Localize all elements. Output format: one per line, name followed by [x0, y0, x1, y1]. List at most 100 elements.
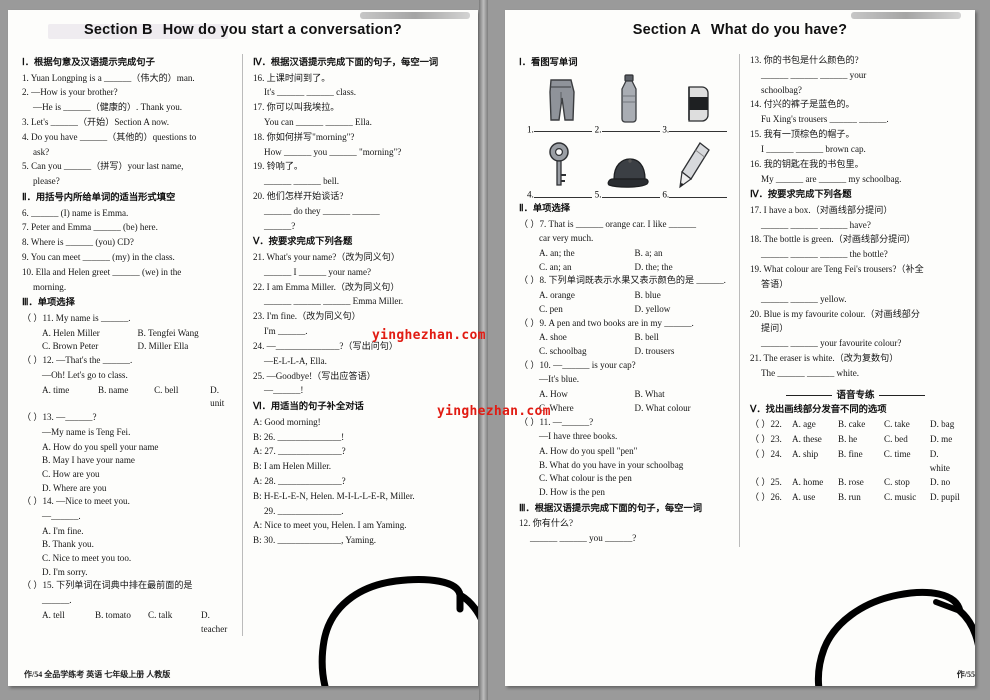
mcq-option[interactable]: B. a; an [635, 247, 731, 261]
phonetic-option[interactable]: A. home [792, 476, 838, 490]
mcq-option[interactable]: D. Miller Ella [138, 340, 234, 354]
heading-5-right: Ⅴ．找出画线部分发音不同的选项 [750, 404, 887, 415]
book-gutter [479, 0, 488, 700]
mcq-option[interactable]: B. tomato [95, 609, 148, 636]
answer-blank[interactable] [601, 124, 660, 133]
mcq-option[interactable]: A. orange [539, 289, 635, 303]
left-page-column-2: Ⅳ．根据汉语提示完成下面的句子，每空一词 16. 上课时间到了。 It's __… [243, 54, 464, 636]
mcq-option[interactable]: A. shoe [539, 331, 635, 345]
mcq-option[interactable]: B. bell [635, 331, 731, 345]
question-item: 19. 铃响了。 [253, 161, 304, 172]
mcq-option[interactable]: C. talk [148, 609, 201, 636]
mcq-option[interactable]: A. I'm fine. [22, 525, 233, 539]
question-item: 21. What's your name?（改为同义句） [253, 252, 400, 263]
phonetic-option[interactable]: D. pupil [930, 491, 960, 505]
phonetic-option[interactable]: C. music [884, 491, 930, 505]
phonetic-option[interactable]: D. white [930, 448, 961, 476]
mcq-option[interactable]: A. How do you spell "pen" [519, 445, 730, 459]
mcq-option[interactable]: A. How [539, 388, 635, 402]
phonetic-option[interactable]: B. fine [838, 448, 884, 476]
scan-smudge-left [360, 12, 470, 19]
picture-cell [595, 157, 663, 189]
mcq-option[interactable]: C. schoolbag [539, 345, 635, 359]
mcq-stem: （ ）15. 下列单词在词典中排在最前面的是 [22, 580, 193, 591]
mcq-option[interactable]: C. bell [154, 384, 210, 411]
mcq-option[interactable]: A. How do you spell your name [22, 441, 233, 455]
mcq-option[interactable]: B. Thank you. [22, 538, 233, 552]
phonetic-section-banner: 语音专练 [750, 387, 961, 401]
mcq-option[interactable]: B. What do you have in your schoolbag [519, 459, 730, 473]
phonetic-option[interactable]: B. he [838, 433, 884, 447]
question-item: The ______ ______ white. [761, 367, 859, 378]
phonetic-stem: （ ）24. [750, 448, 782, 459]
question-item: 17. I have a box.（对画线部分提问） [750, 204, 893, 215]
mcq-option[interactable]: C. How are you [22, 468, 233, 482]
phonetic-option[interactable]: A. use [792, 491, 838, 505]
phonetic-option[interactable]: A. ship [792, 448, 838, 476]
phonetic-option[interactable]: D. bag [930, 418, 954, 432]
phonetic-option[interactable]: C. stop [884, 476, 930, 490]
mcq-option[interactable]: A. Helen Miller [42, 327, 138, 341]
answer-blank[interactable] [533, 189, 592, 199]
mcq-option[interactable]: C. Where [539, 402, 635, 416]
answer-blank[interactable] [601, 189, 660, 199]
section-label-left: Section B [84, 22, 153, 38]
mcq-option[interactable]: D. unit [210, 384, 233, 411]
question-item: 21. The eraser is white.（改为复数句） [750, 352, 899, 363]
mcq-option[interactable]: D. teacher [201, 609, 233, 636]
question-item: Fu Xing's trousers ______ ______. [761, 114, 889, 125]
phonetic-row: （ ）22. A. age B. cake C. take D. bag [750, 418, 961, 432]
mcq-option[interactable]: C. Brown Peter [42, 340, 138, 354]
question-item: 18. 你如何拼写"morning"? [253, 131, 355, 142]
phonetic-option[interactable]: C. bed [884, 433, 930, 447]
phonetic-option[interactable]: D. no [930, 476, 950, 490]
mcq-option[interactable]: C. an; an [539, 261, 635, 275]
mcq-option[interactable]: D. yellow [635, 303, 731, 317]
mcq-option[interactable]: C. Nice to meet you too. [22, 552, 233, 566]
mcq-option[interactable]: D. Where are you [22, 482, 233, 496]
mcq-option[interactable]: D. the; the [635, 261, 731, 275]
phonetic-option[interactable]: B. run [838, 491, 884, 505]
mcq-option[interactable]: B. May I have your name [22, 454, 233, 468]
banner-rule-right [878, 394, 925, 396]
mcq-option[interactable]: B. What [635, 388, 731, 402]
mcq-option[interactable]: D. What colour [635, 402, 731, 416]
picture-row [527, 137, 730, 189]
mcq-option[interactable]: C. pen [539, 303, 635, 317]
mcq-option[interactable]: A. an; the [539, 247, 635, 261]
phonetic-option[interactable]: B. rose [838, 476, 884, 490]
answer-blank[interactable] [533, 124, 592, 133]
phonetic-option[interactable]: D. me [930, 433, 952, 447]
phonetic-option[interactable]: A. age [792, 418, 838, 432]
book-spread: Section B How do you start a conversation… [0, 0, 990, 700]
mcq-option[interactable]: A. time [42, 384, 98, 411]
phonetic-option[interactable]: C. take [884, 418, 930, 432]
mcq-option[interactable]: C. What colour is the pen [519, 472, 730, 486]
phonetic-option[interactable]: B. cake [838, 418, 884, 432]
question-item: ______ I ______ your name? [264, 266, 372, 277]
page-title-right: Section A What do you have? [519, 20, 961, 38]
picture-cell [527, 141, 595, 189]
mcq-option[interactable]: D. trousers [635, 345, 731, 359]
trousers-icon [549, 78, 575, 121]
mcq-stem: （ ）11. My name is ______. [22, 313, 131, 324]
dialog-line: B: H-E-L-E-N, Helen. M-I-L-L-E-R, Miller… [253, 490, 415, 501]
question-item: 提问） [761, 323, 789, 334]
mcq-option[interactable]: B. Tengfei Wang [138, 327, 234, 341]
mcq-option[interactable]: A. tell [42, 609, 95, 636]
eraser-icon [688, 85, 709, 122]
phonetic-row: （ ）24. A. ship B. fine C. time D. white [750, 448, 961, 476]
answer-blank[interactable] [669, 124, 728, 133]
mcq-option[interactable]: B. name [98, 384, 154, 411]
phonetic-option[interactable]: A. these [792, 433, 838, 447]
phonetic-option[interactable]: C. time [884, 448, 930, 476]
mcq-options: C. schoolbag D. trousers [519, 345, 730, 359]
mcq-option[interactable]: B. blue [635, 289, 731, 303]
mcq-options: A. orange B. blue [519, 289, 730, 303]
question-item: 19. What colour are Teng Fei's trousers?… [750, 264, 924, 275]
question-item: ______ ______ your favourite colour? [761, 338, 902, 349]
mcq-option[interactable]: D. I'm sorry. [22, 566, 233, 580]
mcq-option[interactable]: D. How is the pen [519, 486, 730, 500]
answer-blank[interactable] [669, 189, 728, 199]
heading-4-left: Ⅳ．根据汉语提示完成下面的句子，每空一词 [253, 58, 439, 68]
